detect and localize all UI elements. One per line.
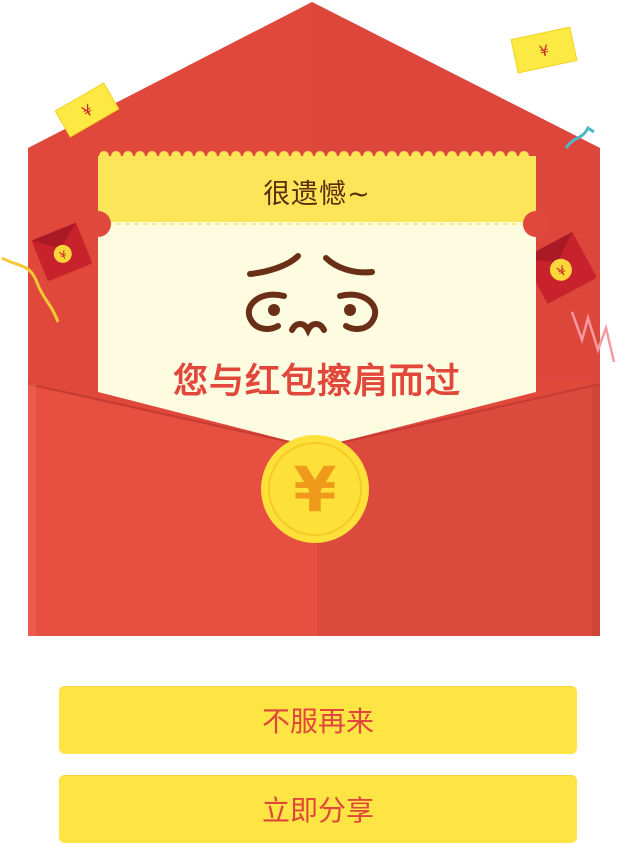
result-message: 您与红包擦肩而过 bbox=[172, 361, 461, 402]
retry-button[interactable]: 不服再来 bbox=[59, 686, 577, 754]
result-title: 很遗憾~ bbox=[263, 178, 371, 210]
coin-symbol: ¥ bbox=[293, 452, 337, 526]
share-button[interactable]: 立即分享 bbox=[59, 775, 577, 843]
red-envelope-scene: ¥ ¥ ¥ ¥ 很遗憾~ 您与红包擦肩而过 ¥ bbox=[0, 0, 624, 640]
ticket-bill-right: ¥ bbox=[510, 26, 578, 74]
